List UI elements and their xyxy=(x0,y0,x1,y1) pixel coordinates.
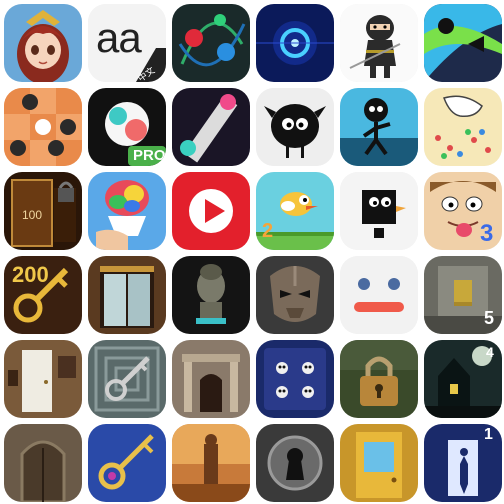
app-icon-geometry[interactable] xyxy=(424,4,502,82)
app-icon-grid: aa 中文版 PRO 100 2 3 200 5 4 1 xyxy=(0,0,504,504)
vintage-door-room-icon xyxy=(4,340,82,418)
buddha-statue-icon xyxy=(172,256,250,334)
skull-blue-door-icon xyxy=(256,340,334,418)
app-icon-two-balls[interactable] xyxy=(172,4,250,82)
anime-girl-game-icon xyxy=(4,4,82,82)
ornate-key-icon xyxy=(88,424,166,502)
app-icon-elevator[interactable] xyxy=(88,256,166,334)
hundred-doors-icon xyxy=(4,172,82,250)
elevator-doors-icon xyxy=(88,256,166,334)
ninja-icon xyxy=(340,4,418,82)
padlock-icon xyxy=(340,340,418,418)
geometry-arrow-icon xyxy=(424,4,502,82)
app-label-aa: aa xyxy=(96,14,142,61)
maze-key-icon xyxy=(88,340,166,418)
app-icon-vintage-room[interactable] xyxy=(4,340,82,418)
app-icon-haunted[interactable]: 4 xyxy=(424,340,502,418)
app-icon-skull-door[interactable] xyxy=(256,340,334,418)
app-icon-stone-door[interactable] xyxy=(4,424,82,502)
app-icon-golden-key[interactable]: 200 xyxy=(4,256,82,334)
hand-pins-icon xyxy=(424,88,502,166)
stone-door-icon xyxy=(4,424,82,502)
two-balls-icon xyxy=(172,4,250,82)
app-label-4: 4 xyxy=(486,344,494,360)
app-icon-padlock[interactable] xyxy=(340,340,418,418)
app-badge-pro: PRO xyxy=(133,147,166,164)
app-icon-ball-pro[interactable]: PRO xyxy=(88,88,166,166)
app-icon-fluffy[interactable] xyxy=(256,88,334,166)
app-label-5: 5 xyxy=(484,308,495,328)
app-icon-anime-girl[interactable] xyxy=(4,4,82,82)
temple-hall-icon xyxy=(172,340,250,418)
app-icon-font-aa[interactable]: aa 中文版 xyxy=(88,4,166,82)
app-icon-play[interactable] xyxy=(172,172,250,250)
app-icon-pink-teal[interactable] xyxy=(172,88,250,166)
app-icon-buddha[interactable] xyxy=(172,256,250,334)
app-icon-minimal-face[interactable] xyxy=(340,256,418,334)
keyhole-door-icon xyxy=(256,424,334,502)
fluffy-creature-icon xyxy=(256,88,334,166)
red-play-button-icon xyxy=(172,172,250,250)
app-icon-100-doors[interactable]: 100 xyxy=(4,172,82,250)
app-icon-shaved-ice[interactable] xyxy=(88,172,166,250)
app-icon-keyhole[interactable] xyxy=(256,424,334,502)
egyptian-statue-icon xyxy=(172,424,250,502)
app-icon-light-doorway[interactable]: 1 xyxy=(424,424,502,502)
app-icon-maze-key[interactable] xyxy=(88,340,166,418)
app-label-100: 100 xyxy=(22,208,43,222)
app-icon-black-bird[interactable] xyxy=(340,172,418,250)
app-icon-yellow-door[interactable] xyxy=(340,424,418,502)
app-label-1: 1 xyxy=(484,426,493,443)
pink-teal-balls-icon xyxy=(172,88,250,166)
app-icon-warrior[interactable] xyxy=(256,256,334,334)
minimal-face-icon xyxy=(340,256,418,334)
app-icon-temple[interactable] xyxy=(172,340,250,418)
app-label-2: 2 xyxy=(262,220,274,242)
dots-puzzle-icon xyxy=(4,88,82,166)
armored-warrior-icon xyxy=(256,256,334,334)
app-icon-ornate-key[interactable] xyxy=(88,424,166,502)
app-icon-ninja[interactable] xyxy=(340,4,418,82)
black-bird-icon xyxy=(340,172,418,250)
app-icon-silly-face[interactable]: 3 xyxy=(424,172,502,250)
app-icon-hand-pins[interactable] xyxy=(424,88,502,166)
app-icon-flappy[interactable]: 2 xyxy=(256,172,334,250)
app-icon-egyptian[interactable] xyxy=(172,424,250,502)
blue-ring-portal-icon xyxy=(256,4,334,82)
app-label-3: 3 xyxy=(480,220,494,247)
app-icon-stickman[interactable] xyxy=(340,88,418,166)
stickman-icon xyxy=(340,88,418,166)
app-icon-portal[interactable] xyxy=(256,4,334,82)
app-icon-dots[interactable] xyxy=(4,88,82,166)
yellow-door-icon xyxy=(340,424,418,502)
app-icon-chair-room[interactable]: 5 xyxy=(424,256,502,334)
shaved-ice-icon xyxy=(88,172,166,250)
app-label-200: 200 xyxy=(12,262,49,287)
